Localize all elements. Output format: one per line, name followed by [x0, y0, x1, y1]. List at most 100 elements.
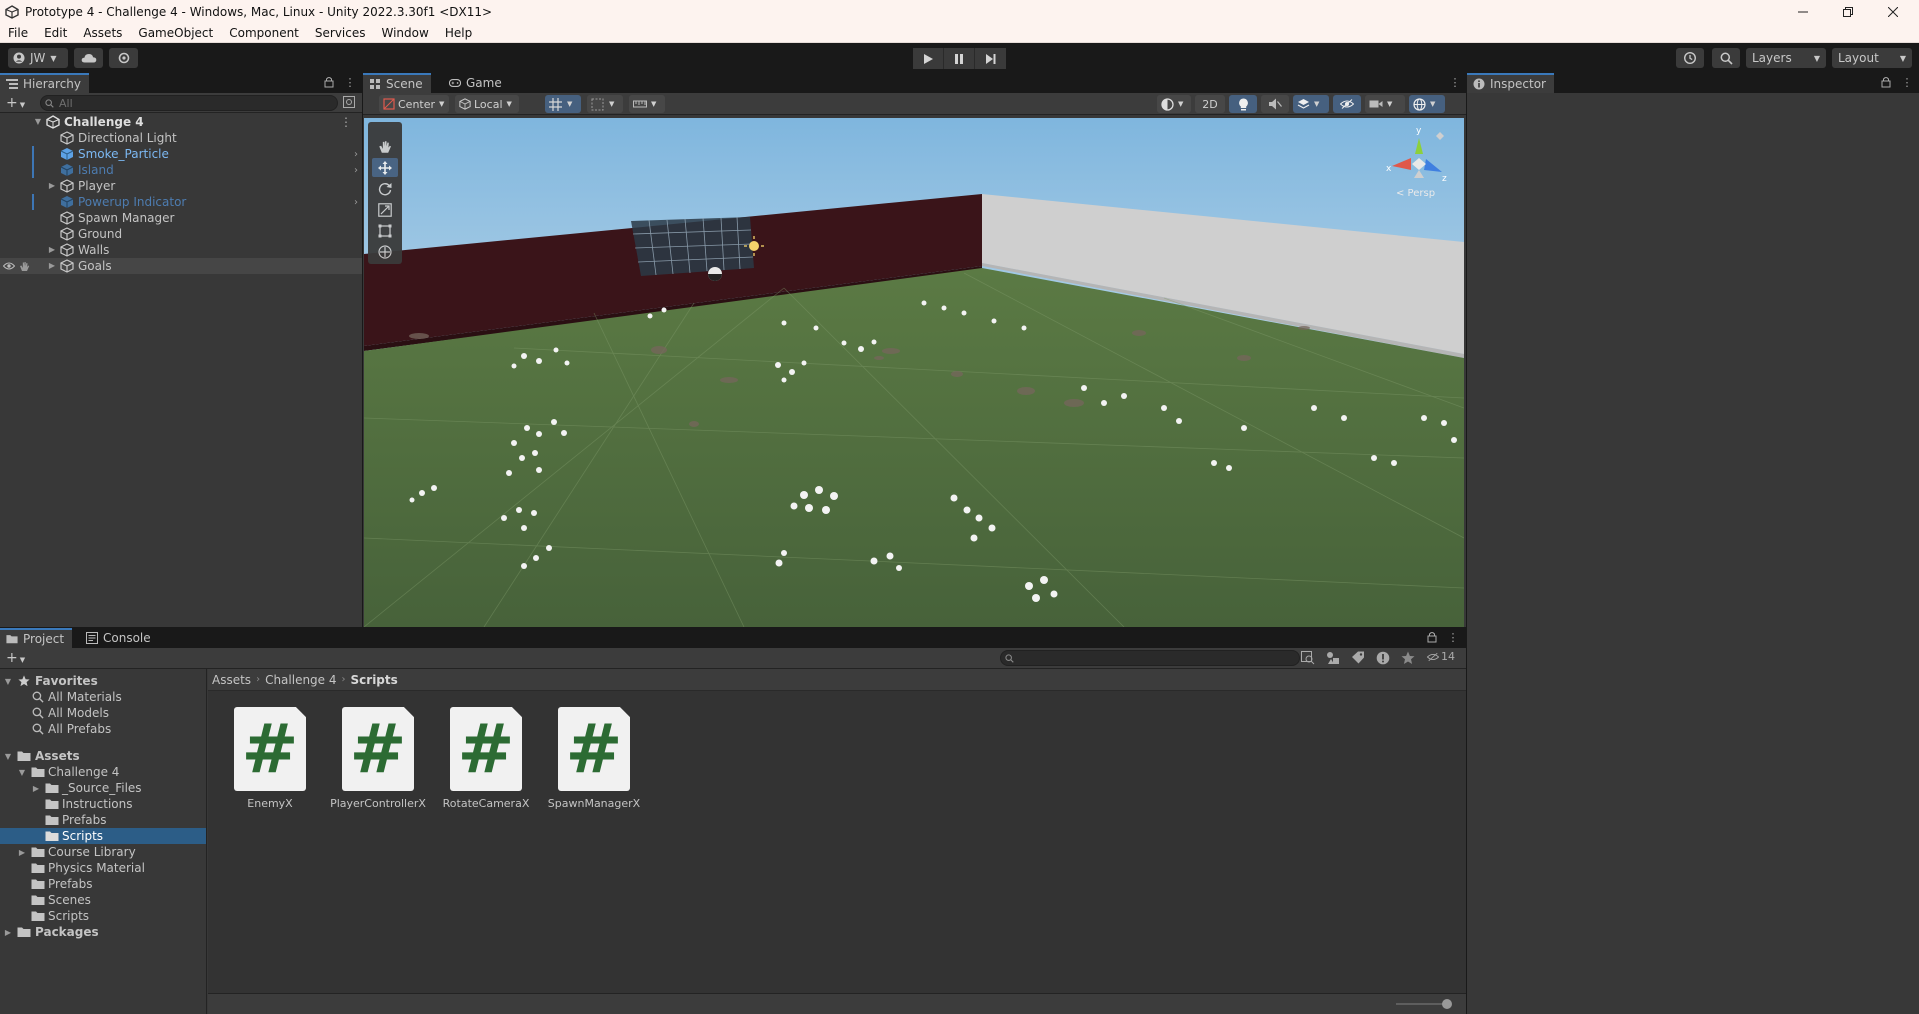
close-button[interactable]: [1871, 0, 1915, 23]
menu-component[interactable]: Component: [221, 23, 307, 43]
pause-button[interactable]: [944, 48, 975, 69]
kebab-menu-icon[interactable]: ⋮: [343, 76, 357, 90]
kebab-menu-icon[interactable]: ⋮: [1448, 76, 1462, 90]
hand-tool-button[interactable]: [372, 137, 398, 156]
tab-game[interactable]: Game: [443, 73, 510, 93]
collab-button[interactable]: [109, 48, 138, 68]
increment-snap-dropdown[interactable]: ▼: [629, 95, 665, 113]
hierarchy-item-directional-light[interactable]: Directional Light: [0, 130, 362, 146]
scene-viewport[interactable]: y x z < Persp: [364, 118, 1464, 627]
search-by-type-icon[interactable]: [1301, 651, 1315, 665]
packages-root-row[interactable]: ▶ Packages: [0, 924, 206, 940]
collapsed-arrow-icon[interactable]: ▶: [31, 784, 41, 793]
menu-gameobject[interactable]: GameObject: [130, 23, 221, 43]
tab-scene[interactable]: Scene: [363, 73, 431, 93]
folder-instructions[interactable]: Instructions: [0, 796, 206, 812]
scene-visibility-icon[interactable]: [343, 96, 357, 110]
folder-course-library[interactable]: ▶ Course Library: [0, 844, 206, 860]
collapsed-arrow-icon[interactable]: ▶: [47, 261, 57, 271]
hierarchy-item-player[interactable]: ▶ Player: [0, 178, 362, 194]
folder-source-files[interactable]: ▶ _Source_Files: [0, 780, 206, 796]
folder-challenge-4[interactable]: ▼ Challenge 4: [0, 764, 206, 780]
rect-tool-button[interactable]: [372, 221, 398, 240]
pickable-hand-icon[interactable]: [19, 261, 30, 272]
menu-help[interactable]: Help: [437, 23, 480, 43]
hierarchy-item-walls[interactable]: ▶ Walls: [0, 242, 362, 258]
favorite-all-models[interactable]: All Models: [0, 705, 206, 721]
menu-assets[interactable]: Assets: [75, 23, 130, 43]
scale-tool-button[interactable]: [372, 200, 398, 219]
kebab-menu-icon[interactable]: ⋮: [340, 115, 352, 129]
rotate-tool-button[interactable]: [372, 179, 398, 198]
create-asset-dropdown[interactable]: + ▼: [6, 650, 32, 666]
create-dropdown[interactable]: + ▼: [6, 95, 32, 111]
hierarchy-item-ground[interactable]: Ground: [0, 226, 362, 242]
favorites-row[interactable]: ▼ Favorites: [0, 673, 206, 689]
tab-inspector[interactable]: Inspector: [1467, 73, 1554, 93]
folder-physics-material[interactable]: Physics Material: [0, 860, 206, 876]
visibility-eye-icon[interactable]: [3, 261, 15, 271]
pivot-rotation-dropdown[interactable]: Local ▼: [455, 95, 519, 113]
account-dropdown[interactable]: JW ▼: [8, 48, 68, 68]
asset-script-enemyx[interactable]: # EnemyX: [220, 707, 320, 817]
menu-file[interactable]: File: [0, 23, 36, 43]
collapsed-arrow-icon[interactable]: ▶: [3, 928, 13, 937]
chevron-right-icon[interactable]: ›: [354, 165, 358, 176]
undo-history-button[interactable]: [1676, 48, 1704, 68]
breadcrumb-assets[interactable]: Assets: [212, 673, 251, 687]
tab-project[interactable]: Project: [0, 628, 73, 648]
icon-size-slider-track[interactable]: [1396, 1003, 1448, 1005]
projection-label[interactable]: < Persp: [1396, 188, 1435, 199]
layers-dropdown[interactable]: Layers ▼: [1746, 48, 1826, 68]
cloud-button[interactable]: [74, 48, 103, 68]
move-tool-button[interactable]: [372, 158, 398, 177]
breadcrumb-scripts[interactable]: Scripts: [351, 673, 398, 687]
favorite-all-prefabs[interactable]: All Prefabs: [0, 721, 206, 737]
icon-size-slider-handle[interactable]: [1442, 999, 1452, 1009]
kebab-menu-icon[interactable]: ⋮: [1900, 76, 1914, 90]
hierarchy-item-island[interactable]: Island ›: [0, 162, 362, 178]
layout-dropdown[interactable]: Layout ▼: [1832, 48, 1912, 68]
folder-prefabs-root[interactable]: Prefabs: [0, 876, 206, 892]
asset-script-playercontrollerx[interactable]: # PlayerControllerX: [328, 707, 428, 817]
kebab-menu-icon[interactable]: ⋮: [1446, 631, 1460, 645]
hierarchy-search-input[interactable]: All: [40, 95, 338, 111]
grid-visibility-toggle[interactable]: ▼: [545, 95, 581, 113]
menu-services[interactable]: Services: [307, 23, 374, 43]
collapsed-arrow-icon[interactable]: ▶: [47, 181, 57, 191]
hierarchy-item-smoke-particle[interactable]: Smoke_Particle ›: [0, 146, 362, 162]
scene-lighting-toggle[interactable]: [1229, 95, 1257, 113]
tab-console[interactable]: Console: [80, 628, 159, 648]
minimize-button[interactable]: [1781, 0, 1825, 23]
hierarchy-item-spawn-manager[interactable]: Spawn Manager: [0, 210, 362, 226]
orientation-gizmo[interactable]: y x z < Persp: [1384, 126, 1454, 201]
folder-scripts-selected[interactable]: Scripts: [0, 828, 206, 844]
scene-root-row[interactable]: ▼ Challenge 4 ⋮: [0, 114, 362, 130]
pivot-mode-dropdown[interactable]: Center ▼: [379, 95, 449, 113]
favorite-star-icon[interactable]: [1401, 651, 1415, 665]
gizmos-dropdown[interactable]: ▼: [1409, 95, 1445, 113]
play-button[interactable]: [913, 48, 944, 69]
hierarchy-item-goals[interactable]: ▶ Goals: [0, 258, 362, 274]
toggle-2d-button[interactable]: 2D: [1195, 95, 1225, 113]
maximize-button[interactable]: [1826, 0, 1870, 23]
expanded-arrow-icon[interactable]: ▼: [17, 768, 27, 777]
folder-prefabs[interactable]: Prefabs: [0, 812, 206, 828]
step-button[interactable]: [975, 48, 1006, 69]
draw-mode-dropdown[interactable]: ▼: [1157, 95, 1191, 113]
scene-audio-toggle[interactable]: [1261, 95, 1289, 113]
lock-icon[interactable]: [1881, 76, 1895, 90]
filter-by-type-icon[interactable]: [1326, 651, 1340, 665]
snap-increment-dropdown[interactable]: ▼: [587, 95, 623, 113]
camera-settings-dropdown[interactable]: ▼: [1365, 95, 1405, 113]
lock-icon[interactable]: [324, 76, 338, 90]
folder-scripts-root[interactable]: Scripts: [0, 908, 206, 924]
favorite-all-materials[interactable]: All Materials: [0, 689, 206, 705]
collapsed-arrow-icon[interactable]: ▶: [47, 245, 57, 255]
lock-icon[interactable]: [1427, 631, 1441, 645]
hidden-packages-toggle[interactable]: 14: [1427, 650, 1455, 663]
search-button[interactable]: [1712, 48, 1740, 68]
asset-script-rotatecamerax[interactable]: # RotateCameraX: [436, 707, 536, 817]
chevron-right-icon[interactable]: ›: [354, 149, 358, 160]
assets-root-row[interactable]: ▼ Assets: [0, 748, 206, 764]
